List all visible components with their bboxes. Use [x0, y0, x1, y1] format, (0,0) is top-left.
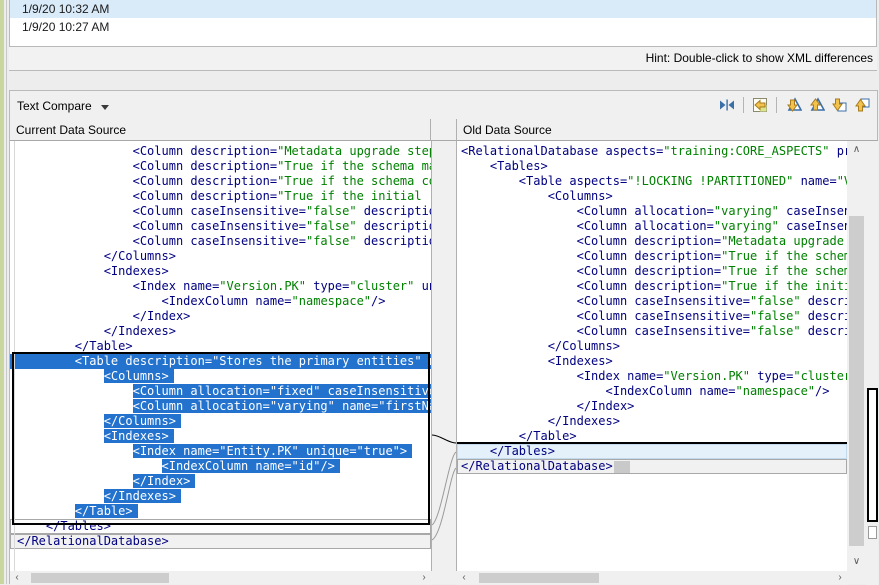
code-line: <IndexColumn name="namespace"/> — [10, 294, 431, 309]
code-line: <Column description="True if the schema … — [10, 174, 431, 189]
code-line: <Column allocation="fixed" caseInsensiti… — [10, 384, 431, 399]
code-line: <Column allocation="varying" caseInsensi… — [457, 219, 847, 234]
code-line: </Indexes> — [10, 324, 431, 339]
scrollbar-thumb[interactable] — [479, 573, 599, 583]
previous-change-icon[interactable] — [853, 96, 871, 114]
code-line: <Indexes> — [10, 264, 431, 279]
code-line: <RelationalDatabase aspects="training:CO… — [457, 144, 847, 159]
code-line: <Columns> — [10, 369, 431, 384]
right-pane-title: Old Data Source — [457, 119, 878, 141]
code-line: </RelationalDatabase> — [457, 459, 847, 474]
scroll-down-icon[interactable]: ∨ — [847, 555, 866, 569]
compare-editor: Text Compare — [9, 90, 878, 584]
diff-empty-block — [614, 461, 630, 473]
code-line: <Index name="Entity.PK" unique="true"> — [10, 444, 431, 459]
code-line: <Column caseInsensitive="false" descript… — [10, 234, 431, 249]
right-text-pane[interactable]: <RelationalDatabase aspects="training:CO… — [457, 141, 847, 574]
code-line: </Indexes> — [10, 489, 431, 504]
scroll-left-icon[interactable]: ‹ — [10, 571, 24, 585]
code-line: </Table> — [457, 429, 847, 444]
code-line: <Column caseInsensitive="false" descript… — [457, 309, 847, 324]
scrollbar-thumb[interactable] — [31, 573, 169, 583]
overview-ruler — [866, 141, 878, 585]
code-line: <Column allocation="varying" name="first… — [10, 399, 431, 414]
scroll-right-icon[interactable]: › — [833, 571, 847, 585]
scroll-right-icon[interactable]: › — [417, 571, 431, 585]
right-horizontal-scrollbar[interactable]: ‹ › — [457, 571, 847, 585]
history-list[interactable]: 1/9/20 10:32 AM1/9/20 10:27 AM — [9, 0, 877, 47]
left-pane-title: Current Data Source — [10, 119, 431, 141]
scroll-left-icon[interactable]: ‹ — [457, 571, 471, 585]
code-line: </Tables> — [10, 519, 431, 534]
code-line: <Indexes> — [457, 354, 847, 369]
code-line: <Column caseInsensitive="false" descript… — [10, 219, 431, 234]
overview-diff-marker[interactable] — [867, 388, 878, 522]
pane-header-gap — [431, 119, 457, 141]
compare-mode-dropdown[interactable]: Text Compare — [17, 97, 109, 115]
code-line: </Indexes> — [457, 414, 847, 429]
code-line: <Column caseInsensitive="false" descript… — [457, 324, 847, 339]
chevron-down-icon — [101, 105, 109, 110]
view-accent-strip — [0, 0, 4, 584]
diff-connector-strip — [431, 141, 457, 571]
diff-connector-lines — [432, 141, 456, 571]
overview-change-marker[interactable] — [868, 526, 877, 539]
next-difference-icon[interactable] — [784, 96, 802, 114]
code-line: <Column allocation="varying" caseInsensi… — [457, 204, 847, 219]
scrollbar-thumb[interactable] — [849, 216, 864, 546]
code-line: <IndexColumn name="namespace"/> — [457, 384, 847, 399]
history-row[interactable]: 1/9/20 10:27 AM — [10, 18, 876, 36]
code-line: </RelationalDatabase> — [10, 534, 431, 549]
next-change-icon[interactable] — [830, 96, 848, 114]
hint-bar: Hint: Double-click to show XML differenc… — [9, 47, 877, 71]
previous-difference-icon[interactable] — [807, 96, 825, 114]
code-line: <Columns> — [457, 189, 847, 204]
code-line: </Columns> — [10, 414, 431, 429]
left-text-pane[interactable]: <Column description="Metadata upgrade st… — [10, 141, 431, 574]
toolbar-separator — [776, 97, 777, 113]
compare-mode-label: Text Compare — [17, 99, 92, 113]
scroll-up-icon[interactable]: ∧ — [847, 143, 866, 157]
code-line: <Index name="Version.PK" type="cluster" … — [457, 369, 847, 384]
history-row[interactable]: 1/9/20 10:32 AM — [10, 0, 876, 18]
code-line: </Columns> — [457, 339, 847, 354]
code-line: <Indexes> — [10, 429, 431, 444]
toolbar-icon-group — [718, 96, 871, 114]
code-line: <Column description="True if the schema … — [10, 159, 431, 174]
code-line: <Index name="Version.PK" type="cluster" … — [10, 279, 431, 294]
code-line: </Index> — [10, 309, 431, 324]
code-line: <Column caseInsensitive="false" descript… — [457, 294, 847, 309]
code-line: </Table> — [10, 339, 431, 354]
code-line: <Column description="True if the schema … — [457, 249, 847, 264]
code-line: <Table aspects="!LOCKING !PARTITIONED" n… — [457, 174, 847, 189]
code-line: <Column description="Metadata upgrade st… — [10, 144, 431, 159]
code-line: <Column caseInsensitive="false" descript… — [10, 204, 431, 219]
code-line: </Index> — [10, 474, 431, 489]
code-line: </Columns> — [10, 249, 431, 264]
code-line: <Column description="True if the schema … — [457, 264, 847, 279]
swap-panes-icon[interactable] — [718, 96, 736, 114]
code-line: </Tables> — [457, 444, 847, 459]
toolbar-separator — [743, 97, 744, 113]
code-line: <Column description="True if the initial… — [457, 279, 847, 294]
code-line: </Table> — [10, 504, 431, 519]
compare-toolbar: Text Compare — [10, 91, 877, 119]
gutter-divider — [14, 141, 15, 571]
hint-text: Hint: Double-click to show XML differenc… — [646, 51, 873, 65]
code-line: </Index> — [457, 399, 847, 414]
code-line: <Tables> — [457, 159, 847, 174]
code-line: <IndexColumn name="id"/> — [10, 459, 431, 474]
code-line: <Column description="True if the initial… — [10, 189, 431, 204]
compare-content: <Column description="Metadata upgrade st… — [10, 141, 877, 585]
copy-all-right-to-left-icon[interactable] — [751, 96, 769, 114]
view-border — [6, 0, 7, 584]
code-line: <Table description="Stores the primary e… — [10, 354, 431, 369]
left-horizontal-scrollbar[interactable]: ‹ › — [10, 571, 431, 585]
vertical-scrollbar[interactable]: ∧ ∨ — [847, 141, 866, 571]
code-line: <Column description="Metadata upgrade st… — [457, 234, 847, 249]
